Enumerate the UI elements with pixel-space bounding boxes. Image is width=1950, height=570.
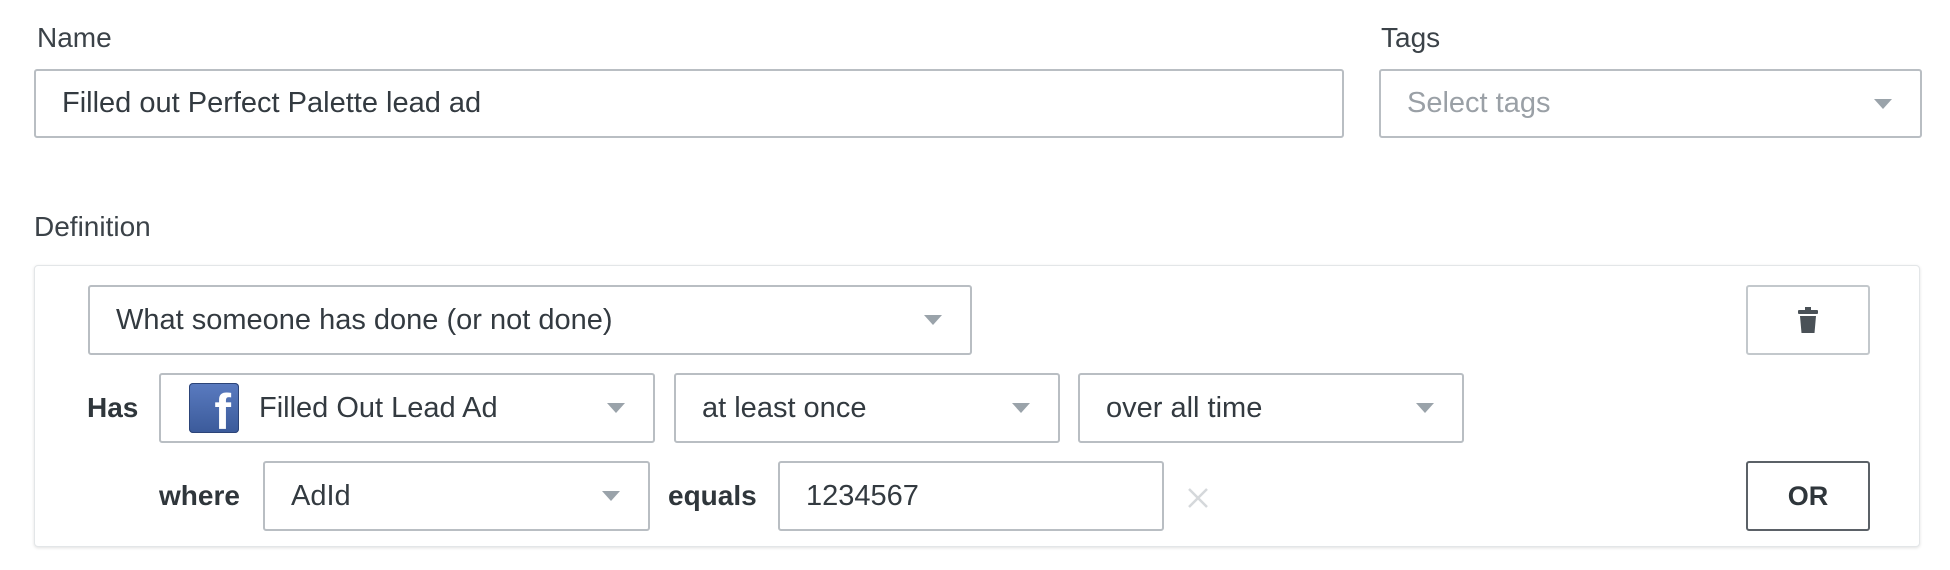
filter-value: 1234567: [806, 479, 919, 512]
facebook-icon: f: [189, 383, 239, 437]
trash-icon: [1798, 307, 1818, 333]
close-icon[interactable]: [1187, 487, 1209, 509]
frequency-value: at least once: [702, 391, 867, 424]
definition-panel: What someone has done (or not done) Has …: [34, 265, 1920, 547]
tags-label: Tags: [1381, 22, 1441, 53]
condition-type-select[interactable]: What someone has done (or not done): [88, 285, 972, 355]
name-input[interactable]: Filled out Perfect Palette lead ad: [34, 69, 1344, 138]
frequency-select[interactable]: at least once: [674, 373, 1060, 443]
event-value: Filled Out Lead Ad: [259, 391, 498, 424]
definition-label: Definition: [34, 211, 151, 242]
or-button[interactable]: OR: [1746, 461, 1870, 531]
filter-value-input[interactable]: 1234567: [778, 461, 1164, 531]
property-select[interactable]: AdId: [263, 461, 650, 531]
tags-placeholder: Select tags: [1407, 87, 1551, 119]
timeframe-select[interactable]: over all time: [1078, 373, 1464, 443]
property-value: AdId: [291, 479, 351, 512]
where-label: where: [159, 480, 240, 511]
delete-condition-button[interactable]: [1746, 285, 1870, 355]
chevron-down-icon: [607, 403, 625, 413]
chevron-down-icon: [602, 491, 620, 501]
has-label: Has: [87, 392, 139, 423]
chevron-down-icon: [924, 315, 942, 325]
timeframe-value: over all time: [1106, 391, 1263, 424]
condition-type-value: What someone has done (or not done): [116, 303, 613, 336]
chevron-down-icon: [1012, 403, 1030, 413]
name-label: Name: [37, 22, 112, 53]
or-button-label: OR: [1787, 480, 1829, 511]
name-input-value: Filled out Perfect Palette lead ad: [62, 87, 482, 119]
tags-select[interactable]: Select tags: [1379, 69, 1922, 138]
chevron-down-icon: [1416, 403, 1434, 413]
chevron-down-icon: [1874, 98, 1892, 109]
event-select[interactable]: f Filled Out Lead Ad: [159, 373, 655, 443]
operator-label: equals: [668, 480, 757, 511]
